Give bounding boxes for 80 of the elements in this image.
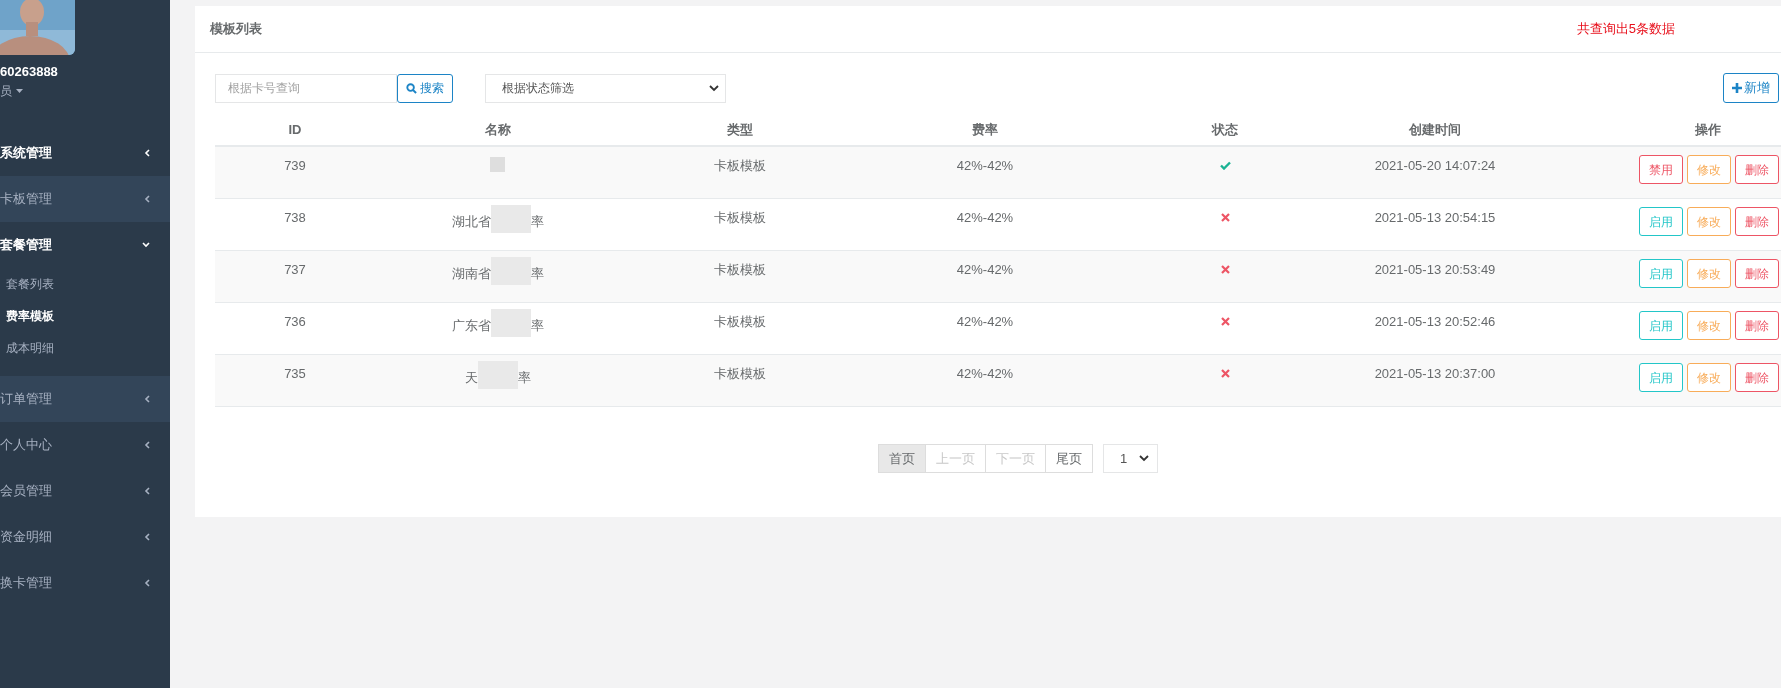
enable-button[interactable]: 启用 — [1639, 311, 1683, 340]
table-cell: 率 — [530, 212, 544, 230]
table-cell: 天 — [464, 368, 478, 386]
role-dropdown[interactable]: 员 — [0, 82, 170, 100]
disable-button[interactable]: 禁用 — [1639, 155, 1683, 184]
table-cell: 42%-42% — [956, 261, 1014, 278]
enable-button[interactable]: 启用 — [1639, 259, 1683, 288]
chevron-left-icon — [144, 579, 150, 587]
table-cell: 737 — [284, 261, 306, 278]
table-cell: 湖北省 — [451, 212, 491, 230]
menu-item[interactable]: 套餐管理 — [0, 222, 170, 268]
enable-button[interactable]: 启用 — [1639, 363, 1683, 392]
delete-button[interactable]: 删除 — [1735, 311, 1779, 340]
menu-item[interactable]: 会员管理 — [0, 468, 170, 514]
table-cell: 率 — [517, 368, 531, 386]
menu-item[interactable]: 换卡管理 — [0, 560, 170, 606]
chevron-left-icon — [144, 487, 150, 495]
enable-button[interactable]: 启用 — [1639, 207, 1683, 236]
table-cell: 42%-42% — [956, 365, 1014, 382]
table-cell: 卡板模板 — [714, 365, 766, 382]
chevron-left-icon — [144, 395, 150, 403]
menu-item[interactable]: 系统管理 — [0, 130, 170, 176]
menu-item[interactable]: 个人中心 — [0, 422, 170, 468]
table-cell: 卡板模板 — [714, 261, 766, 278]
blurred-patch — [490, 157, 505, 172]
menu-item[interactable]: 资金明细 — [0, 514, 170, 560]
result-count: 共查询出5条数据 — [1576, 20, 1675, 39]
page-button[interactable]: 首页 — [879, 445, 925, 472]
delete-button[interactable]: 删除 — [1735, 363, 1779, 392]
menu-item[interactable]: 卡板管理 — [0, 176, 170, 222]
table-cell: 卡板模板 — [714, 157, 766, 174]
chevron-down-icon — [1139, 455, 1149, 462]
column-header: 名称 — [484, 121, 511, 140]
delete-button[interactable]: 删除 — [1735, 207, 1779, 236]
chevron-left-icon — [144, 149, 150, 157]
table-cell: 2021-05-13 20:52:46 — [1374, 313, 1496, 330]
username: 60263888 — [0, 64, 59, 79]
table-cell: 739 — [284, 157, 306, 174]
table-cell: 率 — [530, 264, 544, 282]
table-cell: 2021-05-13 20:54:15 — [1374, 209, 1496, 226]
table-cell: 738 — [284, 209, 306, 226]
chevron-left-icon — [144, 441, 150, 449]
column-header: 创建时间 — [1409, 121, 1461, 140]
status-filter-dropdown[interactable]: 根据状态筛选 — [485, 73, 726, 103]
panel-title: 模板列表 — [210, 20, 262, 39]
table-cell: 2021-05-20 14:07:24 — [1374, 157, 1496, 174]
table-cell: 736 — [284, 313, 306, 330]
submenu-item[interactable]: 费率模板 — [0, 300, 170, 332]
chevron-down-icon — [709, 84, 719, 92]
table-cell: 卡板模板 — [714, 209, 766, 226]
page-select[interactable]: 1 — [1103, 444, 1158, 473]
column-header: 费率 — [972, 121, 998, 140]
table-cell: 42%-42% — [956, 157, 1014, 174]
chevron-down-icon — [142, 242, 150, 248]
search-button[interactable]: 搜索 — [397, 73, 453, 103]
table-cell: 率 — [530, 316, 544, 334]
column-header: 类型 — [727, 121, 753, 140]
table-cell: 湖南省 — [451, 264, 491, 282]
search-field[interactable]: 根据卡号查询 — [215, 73, 397, 103]
delete-button[interactable]: 删除 — [1735, 259, 1779, 288]
column-header: 操作 — [1694, 121, 1722, 140]
search-icon — [406, 82, 417, 94]
table-cell: 广东省 — [451, 316, 491, 334]
chevron-left-icon — [144, 195, 150, 203]
chevron-left-icon — [144, 533, 150, 541]
delete-button[interactable]: 删除 — [1735, 155, 1779, 184]
table-cell: 735 — [284, 365, 306, 382]
column-header: 状态 — [1212, 121, 1238, 140]
column-header: ID — [288, 121, 302, 140]
table-cell: 42%-42% — [956, 313, 1014, 330]
table-cell: 2021-05-13 20:37:00 — [1374, 365, 1496, 382]
table-cell: 42%-42% — [956, 209, 1014, 226]
plus-icon — [1732, 83, 1742, 93]
submenu-item[interactable]: 套餐列表 — [0, 268, 170, 300]
table-cell: 卡板模板 — [714, 313, 766, 330]
table-cell: 2021-05-13 20:53:49 — [1374, 261, 1496, 278]
add-button[interactable]: 新增 — [1723, 73, 1779, 103]
submenu-item[interactable]: 成本明细 — [0, 332, 170, 364]
caret-icon — [16, 89, 23, 93]
menu-item[interactable]: 订单管理 — [0, 376, 170, 422]
